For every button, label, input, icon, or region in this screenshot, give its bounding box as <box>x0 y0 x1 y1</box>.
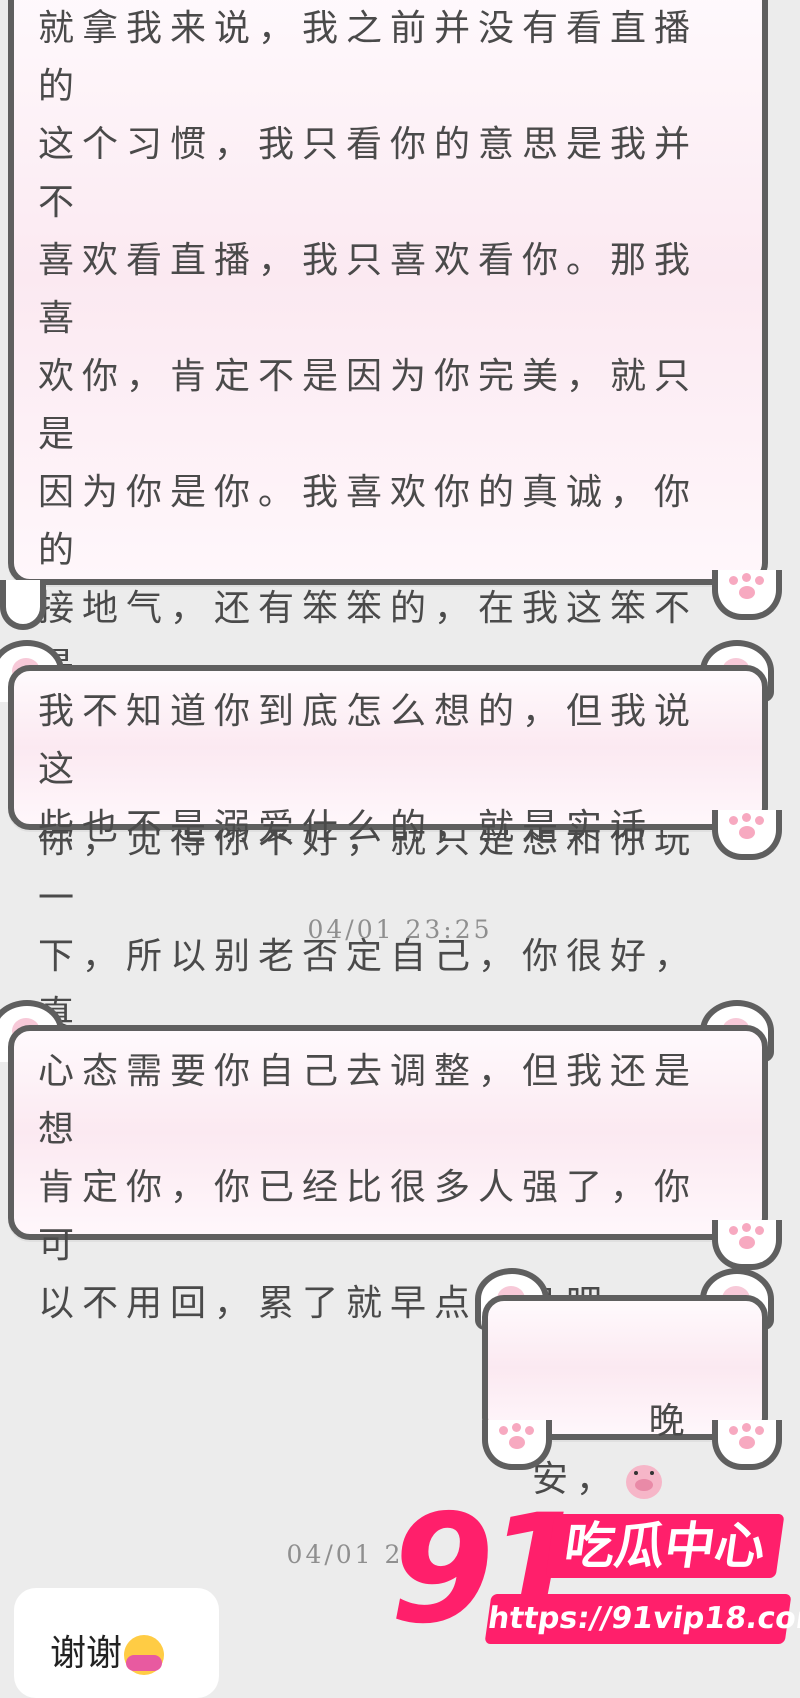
message-text: 我不知道你到底怎么想的，但我说这 些也不是溺爱什么的，就是实话 <box>38 691 699 848</box>
message-bubble[interactable]: 我不知道你到底怎么想的，但我说这 些也不是溺爱什么的，就是实话 <box>8 665 768 848</box>
cat-paw-icon <box>712 810 782 860</box>
message-text: 心态需要你自己去调整，但我还是想 肯定你，你已经比很多人强了，你可 以不用回，累… <box>38 1051 699 1324</box>
chat-screen: 就拿我来说，我之前并没有看直播的 这个习惯，我只看你的意思是我并不 喜欢看直播，… <box>0 0 800 1698</box>
message-text: 谢谢 <box>50 1633 123 1674</box>
watermark-logo: 91 吃瓜中心 https://91vip18.com <box>390 1490 800 1673</box>
message-timestamp: 04/01 23:25 <box>307 915 493 944</box>
cat-paw-icon <box>712 570 782 620</box>
cat-paw-icon <box>482 1420 552 1470</box>
message-content: 谢谢 <box>50 1624 165 1676</box>
message-bubble[interactable]: 心态需要你自己去调整，但我还是想 肯定你，你已经比很多人强了，你可 以不用回，累… <box>8 1025 768 1324</box>
message-bubble[interactable]: 晚安， <box>482 1295 768 1500</box>
message-bubble-incoming[interactable]: 谢谢 <box>14 1588 219 1698</box>
cat-paw-icon <box>712 1420 782 1470</box>
watermark-name: 吃瓜中心 <box>545 1514 785 1578</box>
hugging-face-icon <box>124 1635 165 1675</box>
cat-paw-icon <box>712 1220 782 1270</box>
watermark-url: https://91vip18.com <box>484 1594 800 1644</box>
cat-paw-icon <box>0 580 46 630</box>
message-bubble[interactable]: 就拿我来说，我之前并没有看直播的 这个习惯，我只看你的意思是我并不 喜欢看直播，… <box>8 0 768 1093</box>
